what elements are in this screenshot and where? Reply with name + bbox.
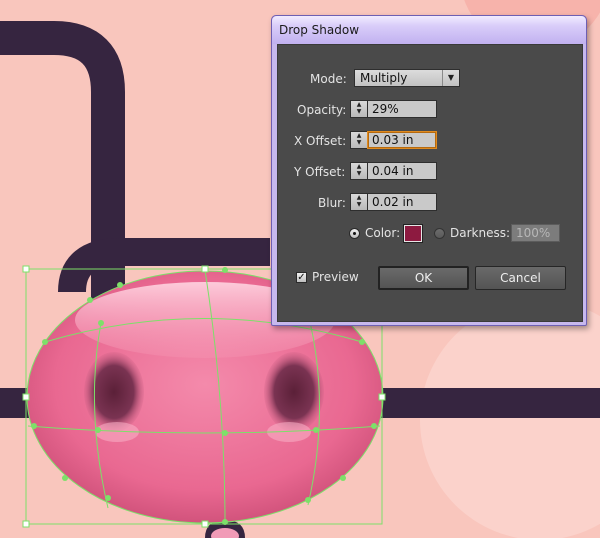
dialog-title: Drop Shadow [279, 23, 360, 37]
y-offset-input[interactable]: 0.04 in [367, 162, 437, 180]
right-nostril [264, 352, 324, 432]
mode-label: Mode: [310, 72, 347, 86]
dialog-titlebar[interactable]: Drop Shadow [272, 16, 586, 44]
preview-label: Preview [312, 270, 359, 284]
y-offset-spin-icon[interactable]: ▲ ▼ [350, 162, 368, 180]
color-radio[interactable] [349, 228, 360, 239]
blur-spin-icon[interactable]: ▲ ▼ [350, 193, 368, 211]
opacity-input[interactable]: 29% [367, 100, 437, 118]
ok-button[interactable]: OK [378, 266, 469, 290]
dialog-panel: Mode: Multiply ▼ Opacity: ▲ ▼ 29% X Offse… [277, 44, 583, 322]
left-nostril [84, 352, 144, 432]
opacity-spin-icon[interactable]: ▲ ▼ [350, 100, 368, 118]
mode-value: Multiply [360, 71, 408, 85]
cancel-button[interactable]: Cancel [475, 266, 566, 290]
shadow-color-swatch[interactable] [403, 224, 423, 243]
x-offset-spin-icon[interactable]: ▲ ▼ [350, 131, 368, 149]
opacity-label: Opacity: [297, 103, 347, 117]
x-offset-label: X Offset: [294, 134, 347, 148]
chevron-down-icon: ▼ [442, 70, 459, 86]
y-offset-label: Y Offset: [294, 165, 346, 179]
color-label: Color: [365, 226, 401, 240]
mode-dropdown[interactable]: Multiply ▼ [354, 69, 460, 87]
blur-input[interactable]: 0.02 in [367, 193, 437, 211]
darkness-label: Darkness: [450, 226, 511, 240]
preview-checkbox[interactable]: ✓ [296, 272, 307, 283]
drop-shadow-dialog[interactable]: Drop Shadow Mode: Multiply ▼ Opacity: ▲ ▼… [271, 15, 587, 326]
blur-label: Blur: [318, 196, 346, 210]
darkness-radio[interactable] [434, 228, 445, 239]
darkness-input: 100% [511, 224, 560, 242]
x-offset-input[interactable]: 0.03 in [367, 131, 437, 149]
